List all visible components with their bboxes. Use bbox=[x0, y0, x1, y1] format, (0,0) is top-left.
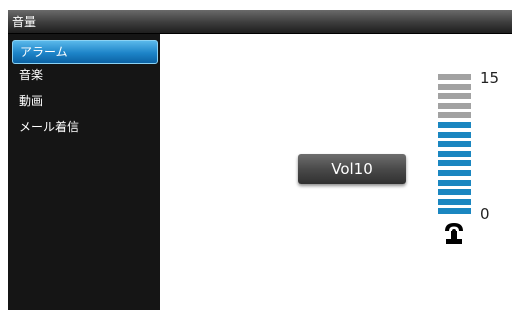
sidebar-item-mail-notification[interactable]: メール着信 bbox=[12, 115, 158, 139]
volume-bar-15 bbox=[438, 74, 471, 80]
volume-bar-8 bbox=[438, 141, 471, 148]
volume-bar-4 bbox=[438, 179, 471, 186]
volume-bar-3 bbox=[438, 189, 471, 196]
volume-bar-13 bbox=[438, 93, 471, 100]
volume-bar-10 bbox=[438, 122, 471, 128]
sidebar-item-music[interactable]: 音楽 bbox=[12, 63, 158, 87]
volume-panel: Vol10 15 0 bbox=[160, 34, 512, 310]
sidebar-item-alarm[interactable]: アラーム bbox=[12, 40, 158, 64]
volume-button[interactable]: Vol10 bbox=[298, 154, 406, 184]
volume-bar-14 bbox=[438, 83, 471, 90]
volume-bar-6 bbox=[438, 160, 471, 167]
volume-bar-9 bbox=[438, 131, 471, 138]
volume-level-meter[interactable] bbox=[438, 74, 471, 222]
volume-bar-5 bbox=[438, 170, 471, 176]
volume-bar-2 bbox=[438, 198, 471, 205]
sidebar-item-video[interactable]: 動画 bbox=[12, 89, 158, 113]
volume-bar-12 bbox=[438, 102, 471, 109]
speaker-icon bbox=[445, 223, 463, 244]
sidebar: アラーム 音楽 動画 メール着信 bbox=[8, 34, 160, 310]
volume-max-label: 15 bbox=[480, 69, 500, 87]
title-bar: 音量 bbox=[8, 10, 512, 34]
volume-bar-11 bbox=[438, 112, 471, 119]
volume-bar-7 bbox=[438, 150, 471, 157]
volume-min-label: 0 bbox=[480, 205, 490, 223]
volume-bar-1 bbox=[438, 208, 471, 215]
window-title: 音量 bbox=[12, 15, 37, 29]
